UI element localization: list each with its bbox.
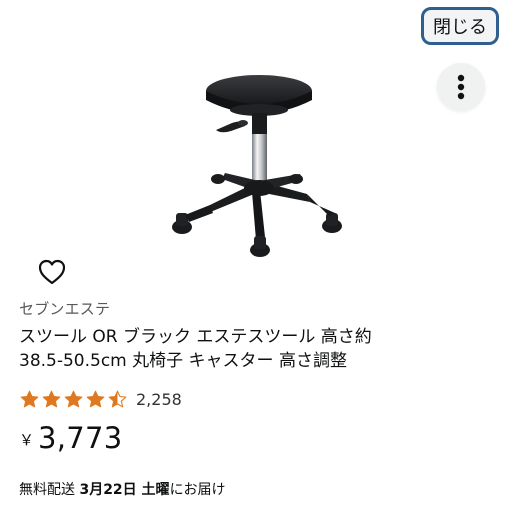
star-icon bbox=[20, 390, 39, 407]
price: ￥ 3,773 bbox=[19, 421, 123, 455]
star-rating bbox=[19, 389, 128, 410]
star-icon bbox=[86, 390, 105, 407]
star-icon bbox=[108, 390, 127, 407]
close-button[interactable]: 閉じる bbox=[421, 7, 499, 45]
delivery-prefix: 無料配送 bbox=[19, 482, 80, 498]
rating-summary[interactable]: 2,258 bbox=[19, 388, 182, 410]
star-icon bbox=[42, 390, 61, 407]
product-title: スツール OR ブラック エステスツール 高さ約 38.5-50.5cm 丸椅子… bbox=[19, 325, 469, 373]
more-options-button[interactable] bbox=[437, 63, 485, 111]
product-image[interactable] bbox=[155, 62, 360, 257]
price-amount: 3,773 bbox=[38, 421, 123, 455]
review-count[interactable]: 2,258 bbox=[136, 390, 182, 409]
brand-name[interactable]: セブンエステ bbox=[19, 298, 110, 319]
vertical-ellipsis-icon bbox=[457, 74, 465, 100]
delivery-date: 3月22日 土曜 bbox=[79, 482, 170, 498]
product-title-line-2: 38.5-50.5cm 丸椅子 キャスター 高さ調整 bbox=[19, 351, 347, 371]
product-detail-page: 閉じる セブンエステ スツール OR ブラック エステスツール 高さ約 38.5… bbox=[0, 0, 512, 512]
currency-symbol: ￥ bbox=[19, 431, 35, 449]
star-icon bbox=[64, 390, 83, 407]
stool-image bbox=[172, 75, 342, 257]
delivery-suffix: にお届け bbox=[169, 482, 226, 498]
product-title-line-1: スツール OR ブラック エステスツール 高さ約 bbox=[19, 327, 372, 347]
favorite-button[interactable] bbox=[37, 257, 67, 287]
delivery-info: 無料配送 3月22日 土曜にお届け bbox=[19, 479, 226, 499]
heart-outline-icon bbox=[38, 259, 66, 285]
